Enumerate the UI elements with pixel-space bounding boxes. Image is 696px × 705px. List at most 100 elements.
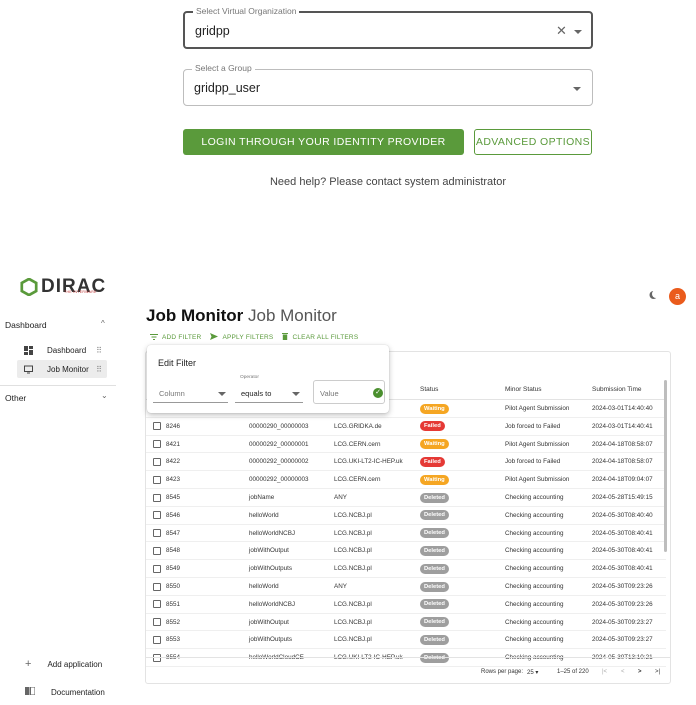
row-checkbox[interactable] xyxy=(153,546,161,555)
table-row[interactable]: 8548 jobWithOutput LCG.NCBJ.pl Deleted Check… xyxy=(146,542,666,561)
table-scrollbar[interactable] xyxy=(664,380,667,552)
table-row[interactable]: 8553 jobWithOutputs LCG.NCBJ.pl Deleted Chec… xyxy=(146,631,666,650)
column-header-minor-status[interactable]: Minor Status xyxy=(505,386,542,393)
cell-site: LCG.NCBJ.pl xyxy=(334,600,372,608)
drag-handle-icon[interactable]: ⠿ xyxy=(96,346,102,355)
chevron-down-icon[interactable] xyxy=(573,87,581,91)
cell-job-name: 00000292_00000003 xyxy=(249,476,309,484)
sidebar-item-label: Job Monitor xyxy=(47,364,89,374)
cell-submission-time: 2024-05-30T08:40:40 xyxy=(592,511,653,519)
cell-job-name: helloWorld xyxy=(249,583,279,590)
table-row[interactable]: 8552 jobWithOutput LCG.NCBJ.pl Deleted Check… xyxy=(146,614,666,632)
clear-icon[interactable]: ✕ xyxy=(556,23,567,39)
sidebar-group-label: Dashboard xyxy=(5,320,47,330)
status-badge: Failed xyxy=(420,421,445,432)
vo-select[interactable]: Select Virtual Organization gridpp ✕ xyxy=(183,6,593,49)
status-badge: Deleted xyxy=(420,581,449,592)
table-row[interactable]: 8547 helloWorldNCBJ LCG.NCBJ.pl Deleted Chec… xyxy=(146,525,666,543)
table-row[interactable]: 8550 helloWorld ANY Deleted Checking account… xyxy=(146,578,666,596)
first-page-icon[interactable]: |< xyxy=(602,669,607,675)
row-checkbox[interactable] xyxy=(153,529,161,538)
table-row[interactable]: 8545 jobName ANY Deleted Checking accounting… xyxy=(146,489,666,507)
rows-per-page-select[interactable]: 25 ▾ xyxy=(527,669,538,676)
avatar[interactable]: a xyxy=(669,288,686,305)
cell-job-name: jobName xyxy=(249,494,275,501)
vo-select-value[interactable]: gridpp xyxy=(195,24,230,38)
table-row[interactable]: 8246 00000290_00000003 LCG.GRIDKA.de Failed… xyxy=(146,418,666,436)
documentation-link[interactable]: Documentation xyxy=(25,686,105,697)
row-checkbox[interactable] xyxy=(153,511,161,520)
add-application-button[interactable]: + Add application xyxy=(25,658,102,670)
login-button[interactable]: LOGIN THROUGH YOUR IDENTITY PROVIDER xyxy=(183,129,464,155)
status-badge: Deleted xyxy=(420,492,449,503)
next-page-icon[interactable]: > xyxy=(638,669,642,675)
cell-job-name: helloWorldNCBJ xyxy=(249,600,296,608)
row-checkbox[interactable] xyxy=(153,457,161,466)
row-checkbox[interactable] xyxy=(153,618,161,627)
status-badge: Waiting xyxy=(420,403,449,414)
cell-submission-time: 2024-05-30T09:23:27 xyxy=(592,636,653,644)
cell-job-name: 00000290_00000003 xyxy=(249,422,309,430)
cell-minor-status: Checking accounting xyxy=(505,618,564,626)
cell-submission-time: 2024-05-30T08:40:41 xyxy=(592,565,653,573)
sidebar-group-other[interactable]: Other ⌄ xyxy=(5,391,109,403)
table-row[interactable]: 8549 jobWithOutputs LCG.NCBJ.pl Deleted Chec… xyxy=(146,560,666,578)
cell-site: LCG.UKI-LT2-IC-HEP.uk xyxy=(334,458,403,466)
group-select-value[interactable]: gridpp_user xyxy=(194,81,260,95)
drag-handle-icon[interactable]: ⠿ xyxy=(96,365,102,374)
row-checkbox[interactable] xyxy=(153,422,161,431)
page-title: Job Monitor Job Monitor xyxy=(146,306,337,326)
cell-minor-status: Checking accounting xyxy=(505,636,564,644)
sidebar-item-dashboard[interactable]: Dashboard ⠿ xyxy=(17,341,107,359)
cell-submission-time: 2024-03-01T14:40:40 xyxy=(592,405,653,412)
cell-minor-status: Checking accounting xyxy=(505,494,564,501)
filter-toolbar: ADD FILTER APPLY FILTERS CLEAR ALL FILTE… xyxy=(150,333,358,342)
cell-submission-time: 2024-05-30T09:23:27 xyxy=(592,618,653,626)
add-filter-button[interactable]: ADD FILTER xyxy=(150,333,201,342)
cell-job-id: 8549 xyxy=(166,565,181,573)
chevron-down-icon[interactable]: ⌄ xyxy=(101,391,108,400)
table-row[interactable]: 8422 00000292_00000002 LCG.UKI-LT2-IC-HEP.… xyxy=(146,453,666,472)
dirac-hexagon-icon xyxy=(20,278,38,296)
row-checkbox[interactable] xyxy=(153,600,161,609)
chevron-down-icon[interactable] xyxy=(574,30,582,34)
column-header-status[interactable]: Status xyxy=(420,386,438,393)
column-header-submission-time[interactable]: Submission Time xyxy=(592,386,642,393)
table-row[interactable]: 8421 00000292_00000001 LCG.CERN.cern Waitin… xyxy=(146,436,666,454)
previous-page-icon[interactable]: < xyxy=(621,669,625,675)
row-checkbox[interactable] xyxy=(153,440,161,449)
row-checkbox[interactable] xyxy=(153,582,161,591)
cell-job-name: jobWithOutput xyxy=(249,547,289,555)
group-select[interactable]: Select a Group gridpp_user xyxy=(183,63,593,106)
chevron-down-icon[interactable] xyxy=(292,392,300,396)
table-row[interactable]: 8546 helloWorld LCG.NCBJ.pl Deleted Checking… xyxy=(146,507,666,525)
cell-minor-status: Pilot Agent Submission xyxy=(505,476,570,484)
table-pagination: Rows per page: 25 ▾ 1–25 of 220 |< < > >… xyxy=(146,657,670,683)
sidebar-item-job-monitor[interactable]: Job Monitor ⠿ xyxy=(17,360,107,378)
chevron-up-icon[interactable]: ^ xyxy=(101,319,105,328)
filter-operator-select[interactable]: Operator equals to xyxy=(235,375,303,403)
cell-job-name: helloWorld xyxy=(249,511,279,519)
last-page-icon[interactable]: >| xyxy=(655,669,660,675)
cell-submission-time: 2024-05-30T08:40:41 xyxy=(592,529,653,537)
check-circle-icon[interactable]: ✓ xyxy=(373,388,383,398)
cell-minor-status: Checking accounting xyxy=(505,547,564,555)
row-checkbox[interactable] xyxy=(153,475,161,484)
row-checkbox[interactable] xyxy=(153,635,161,644)
row-checkbox[interactable] xyxy=(153,493,161,502)
filter-column-select[interactable]: Column xyxy=(153,383,228,403)
table-row[interactable]: 8423 00000292_00000003 LCG.CERN.cern Waitin… xyxy=(146,471,666,489)
dark-mode-toggle-icon[interactable] xyxy=(652,290,660,298)
clear-filters-label: CLEAR ALL FILTERS xyxy=(292,334,359,341)
apply-filters-button[interactable]: APPLY FILTERS xyxy=(210,333,273,342)
advanced-options-button[interactable]: ADVANCED OPTIONS xyxy=(474,129,592,155)
sidebar-group-dashboard[interactable]: Dashboard ^ xyxy=(5,319,109,330)
add-application-label: Add application xyxy=(47,659,103,669)
status-badge: Deleted xyxy=(420,528,449,539)
table-row[interactable]: 8551 helloWorldNCBJ LCG.NCBJ.pl Deleted Chec… xyxy=(146,596,666,614)
clear-filters-button[interactable]: CLEAR ALL FILTERS xyxy=(282,333,358,342)
status-badge: Waiting xyxy=(420,439,449,450)
row-checkbox[interactable] xyxy=(153,564,161,573)
filter-icon xyxy=(150,333,158,342)
chevron-down-icon[interactable] xyxy=(218,392,226,396)
